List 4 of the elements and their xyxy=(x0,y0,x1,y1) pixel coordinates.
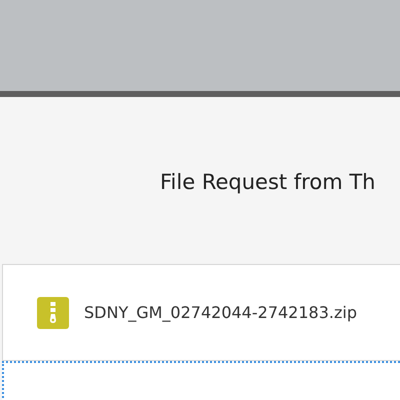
drop-zone[interactable] xyxy=(2,361,400,400)
page-title: File Request from Th xyxy=(159,169,376,196)
file-name[interactable]: SDNY_GM_02742044-2742183.zip xyxy=(84,303,357,322)
zip-file-icon xyxy=(37,296,69,328)
